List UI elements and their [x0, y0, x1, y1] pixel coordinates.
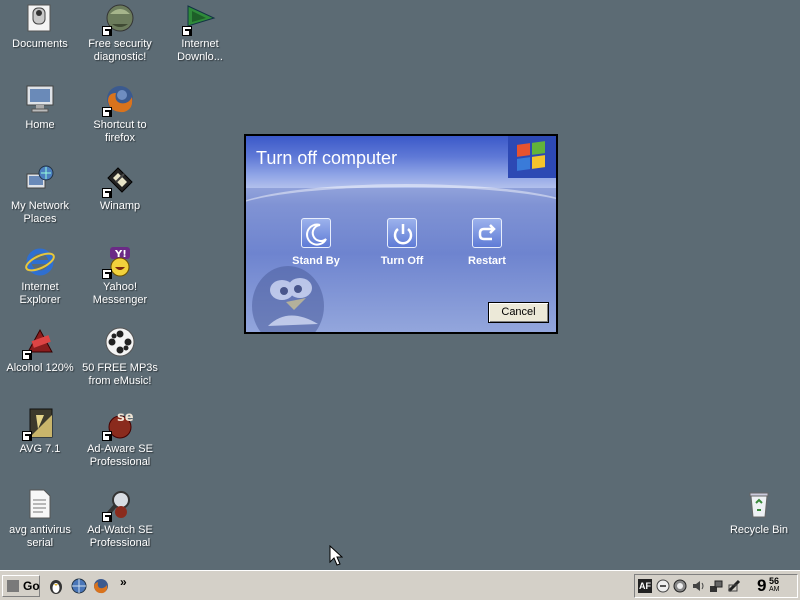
security-diagnostic-icon: [102, 2, 136, 36]
firefox-icon: [102, 83, 136, 117]
internet-download-icon: [182, 2, 216, 36]
yahoo-messenger-icon: Y!: [102, 245, 136, 279]
stand-by-label: Stand By: [292, 255, 340, 267]
turn-off-action[interactable]: Turn Off: [362, 218, 442, 267]
tray-network-icon[interactable]: [709, 579, 723, 593]
stand-by-action[interactable]: Stand By: [276, 218, 356, 267]
turn-off-label: Turn Off: [380, 255, 424, 267]
internet-explorer-icon: [24, 245, 56, 277]
desktop-icon-ad-watch[interactable]: Ad-Watch SE Professional: [80, 488, 160, 550]
shortcut-arrow-icon: [102, 188, 112, 198]
dialog-header: Turn off computer: [246, 136, 556, 188]
restart-label: Restart: [468, 255, 506, 267]
go-button[interactable]: Go: [2, 575, 40, 597]
desktop-icon-internet-explorer[interactable]: Internet Explorer: [0, 245, 80, 307]
desktop-icon-security-diagnostic[interactable]: Free security diagnostic!: [80, 2, 160, 64]
desktop-icon-ad-aware[interactable]: se Ad-Aware SE Professional: [80, 407, 160, 469]
desktop-icon-label: AVG 7.1: [19, 443, 61, 455]
desktop-icon-avg[interactable]: AVG 7.1: [0, 407, 80, 456]
network-places-icon: [24, 164, 56, 196]
cancel-button[interactable]: Cancel: [488, 302, 549, 323]
desktop-icon-label: Alcohol 120%: [6, 362, 74, 374]
shortcut-arrow-icon: [102, 431, 112, 441]
mouse-cursor-icon: [329, 545, 343, 566]
desktop-icon-label: Recycle Bin: [729, 524, 789, 536]
desktop-icon-emusic[interactable]: 50 FREE MP3s from eMusic!: [80, 326, 160, 388]
clock-minutes: 56: [769, 576, 780, 586]
alcohol-120-icon: [22, 326, 56, 360]
dialog-title: Turn off computer: [256, 148, 398, 168]
shortcut-arrow-icon: [22, 431, 32, 441]
go-menu-icon: [7, 580, 19, 592]
quicklaunch-firefox-icon[interactable]: [92, 577, 110, 595]
windows-logo-icon: [508, 136, 556, 178]
tray-speaker-icon[interactable]: [691, 579, 705, 593]
desktop-icon-label: Internet Explorer: [19, 281, 61, 306]
shortcut-arrow-icon: [182, 26, 192, 36]
system-tray: AF 9 56 AM: [634, 574, 798, 598]
restart-action[interactable]: Restart: [447, 218, 527, 267]
ad-aware-icon: se: [102, 407, 136, 441]
desktop-icon-label: Home: [25, 119, 55, 131]
desktop-icon-recycle-bin[interactable]: Recycle Bin: [719, 488, 799, 537]
ad-watch-icon: [102, 488, 136, 522]
text-document-icon: [24, 488, 56, 520]
taskbar: Go » AF 9 56 AM: [0, 570, 800, 600]
shortcut-arrow-icon: [102, 269, 112, 279]
avg-icon: [22, 407, 56, 441]
turn-off-dialog: Turn off computer Stand By Turn Off Rest…: [244, 134, 558, 334]
home-icon: [24, 83, 56, 115]
desktop-icon-label: Ad-Watch SE Professional: [87, 524, 153, 549]
quicklaunch-penguin-icon[interactable]: [47, 577, 65, 595]
recycle-bin-icon: [743, 488, 775, 520]
shortcut-arrow-icon: [102, 26, 112, 36]
svg-text:se: se: [117, 410, 134, 425]
moon-icon[interactable]: [301, 218, 331, 248]
tray-minus-icon[interactable]: [656, 579, 670, 593]
power-icon[interactable]: [387, 218, 417, 248]
desktop-icon-label: 50 FREE MP3s from eMusic!: [82, 362, 158, 387]
go-label: Go: [23, 579, 40, 593]
shortcut-arrow-icon: [22, 350, 32, 360]
desktop-icon-alcohol-120[interactable]: Alcohol 120%: [0, 326, 80, 375]
winamp-icon: [102, 164, 136, 198]
shortcut-arrow-icon: [102, 107, 112, 117]
desktop-icon-label: Ad-Aware SE Professional: [87, 443, 153, 468]
desktop: Documents Home My Network Places Interne…: [0, 0, 800, 570]
desktop-icon-avg-antivirus-serial[interactable]: avg antivirus serial: [0, 488, 80, 550]
desktop-icon-label: Documents: [12, 38, 68, 50]
desktop-icon-firefox[interactable]: Shortcut to firefox: [80, 83, 160, 145]
emusic-icon: [104, 326, 136, 358]
desktop-icon-label: Shortcut to firefox: [93, 119, 147, 144]
desktop-icon-label: Free security diagnostic!: [88, 38, 152, 63]
desktop-icon-label: Winamp: [99, 200, 141, 212]
restart-icon[interactable]: [472, 218, 502, 248]
clock-hour[interactable]: 9: [757, 576, 766, 596]
documents-icon: [24, 2, 56, 34]
desktop-icon-home[interactable]: Home: [0, 83, 80, 132]
shortcut-arrow-icon: [102, 512, 112, 522]
desktop-icon-internet-download[interactable]: Internet Downlo...: [160, 2, 240, 64]
tray-settings-icon[interactable]: [727, 579, 741, 593]
desktop-icon-documents[interactable]: Documents: [0, 2, 80, 51]
desktop-icon-network-places[interactable]: My Network Places: [0, 164, 80, 226]
tray-input-language-indicator[interactable]: AF: [638, 579, 652, 593]
tray-antivirus-icon[interactable]: [673, 579, 687, 593]
desktop-icon-yahoo-messenger[interactable]: Y! Yahoo! Messenger: [80, 245, 160, 307]
quicklaunch-browser-icon[interactable]: [70, 577, 88, 595]
quicklaunch-more-button[interactable]: »: [120, 575, 127, 589]
desktop-icon-winamp[interactable]: Winamp: [80, 164, 160, 213]
desktop-icon-label: Internet Downlo...: [177, 38, 223, 63]
desktop-icon-label: avg antivirus serial: [9, 524, 71, 549]
desktop-icon-label: My Network Places: [10, 200, 70, 225]
clock-ampm: AM: [769, 586, 780, 593]
desktop-icon-label: Yahoo! Messenger: [92, 281, 148, 306]
